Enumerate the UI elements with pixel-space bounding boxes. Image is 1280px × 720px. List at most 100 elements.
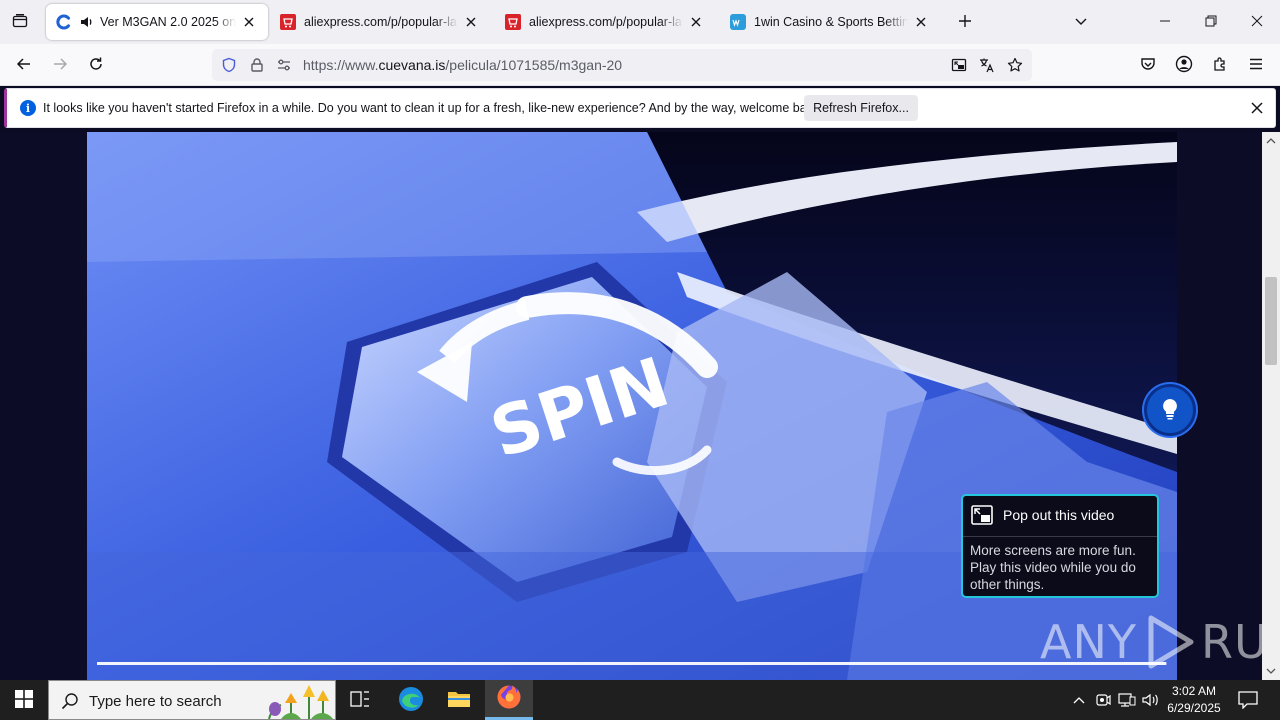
close-tab-icon[interactable] [912, 13, 930, 31]
page-scrollbar[interactable] [1262, 132, 1280, 680]
watermark-left-text: ANY [1040, 615, 1137, 669]
aliexpress-cart-icon [505, 14, 521, 30]
scroll-up-icon[interactable] [1266, 136, 1276, 146]
lock-icon[interactable] [249, 57, 265, 73]
close-tab-icon[interactable] [462, 13, 480, 31]
speaker-icon[interactable] [80, 15, 94, 29]
picture-in-picture-icon [971, 505, 993, 525]
pip-title: Pop out this video [1003, 507, 1115, 523]
edge-icon [398, 686, 424, 715]
start-button[interactable] [0, 680, 48, 720]
permissions-icon[interactable] [276, 57, 292, 73]
firefox-view-button[interactable] [6, 8, 34, 36]
taskbar-firefox[interactable] [485, 680, 533, 720]
url-path: /pelicula/1071585/m3gan-20 [445, 57, 623, 73]
firefox-view-icon [12, 13, 28, 32]
back-button[interactable] [9, 50, 39, 80]
refresh-firefox-button[interactable]: Refresh Firefox... [804, 95, 918, 121]
taskbar-file-explorer[interactable] [435, 680, 483, 720]
arrow-left-icon [16, 56, 32, 75]
url-text[interactable]: https://www.cuevana.is/pelicula/1071585/… [303, 57, 622, 73]
bookmark-star-icon[interactable] [1007, 57, 1023, 73]
app-menu-button[interactable] [1241, 50, 1271, 80]
task-view-button[interactable] [336, 680, 384, 720]
minimize-icon [1159, 15, 1171, 30]
tab-title: Ver M3GAN 2.0 2025 online [100, 15, 236, 29]
tab-aliexpress-2[interactable]: aliexpress.com/p/popular-landi [495, 4, 715, 40]
navigation-toolbar: https://www.cuevana.is/pelicula/1071585/… [0, 44, 1280, 86]
close-tab-icon[interactable] [687, 13, 705, 31]
lights-toggle-button[interactable] [1144, 384, 1196, 436]
close-icon [1251, 15, 1263, 30]
lightbulb-icon [1161, 398, 1179, 423]
flowers-decoration-icon [268, 685, 333, 719]
notification-message: It looks like you haven't started Firefo… [43, 101, 823, 115]
close-notification-icon[interactable] [1247, 98, 1267, 118]
picture-in-picture-icon[interactable] [951, 57, 967, 73]
list-all-tabs-button[interactable] [1068, 9, 1094, 35]
meet-now-icon[interactable] [1093, 690, 1113, 710]
chevron-down-icon [1074, 14, 1088, 31]
1win-icon [730, 14, 746, 30]
translate-icon[interactable] [979, 57, 995, 73]
volume-icon[interactable] [1141, 690, 1161, 710]
close-tab-icon[interactable] [240, 13, 258, 31]
search-placeholder: Type here to search [89, 693, 222, 710]
folder-icon [447, 689, 471, 712]
tab-title: aliexpress.com/p/popular-landi [529, 15, 683, 29]
arrow-right-icon [52, 56, 68, 75]
restore-button[interactable] [1188, 0, 1234, 44]
video-progress-fill [97, 662, 1166, 665]
tab-title: 1win Casino & Sports Betting | O [754, 15, 908, 29]
firefox-icon [496, 684, 522, 713]
windows-taskbar: Type here to search 3:02 AM 6/29/2025 [0, 680, 1280, 720]
tab-m3gan[interactable]: Ver M3GAN 2.0 2025 online [46, 4, 268, 40]
action-center-icon[interactable] [1236, 688, 1260, 712]
taskbar-clock[interactable]: 3:02 AM 6/29/2025 [1160, 683, 1228, 717]
pocket-icon [1140, 56, 1156, 75]
network-icon[interactable] [1117, 690, 1137, 710]
restore-icon [1205, 15, 1217, 30]
info-icon: i [20, 100, 36, 116]
new-tab-button[interactable] [952, 9, 978, 35]
minimize-button[interactable] [1142, 0, 1188, 44]
scrollbar-thumb[interactable] [1265, 277, 1277, 365]
divider [963, 536, 1157, 537]
account-button[interactable] [1169, 50, 1199, 80]
cuevana-c-icon [56, 14, 72, 30]
tab-1win[interactable]: 1win Casino & Sports Betting | O [720, 4, 940, 40]
extensions-button[interactable] [1205, 50, 1235, 80]
taskbar-edge[interactable] [387, 680, 435, 720]
page-content: SPIN Pop out this video More screens are… [0, 132, 1262, 680]
reload-button[interactable] [81, 50, 111, 80]
reload-icon [88, 56, 104, 75]
tab-strip: Ver M3GAN 2.0 2025 online aliexpress.com… [0, 0, 1280, 44]
close-window-button[interactable] [1234, 0, 1280, 44]
address-bar[interactable]: https://www.cuevana.is/pelicula/1071585/… [212, 49, 1032, 81]
anyrun-watermark: ANY RUN [1040, 614, 1262, 670]
search-icon [61, 692, 79, 710]
aliexpress-cart-icon [280, 14, 296, 30]
puzzle-icon [1212, 56, 1228, 75]
url-host: cuevana.is [378, 57, 446, 73]
account-icon [1175, 55, 1193, 76]
clock-time: 3:02 AM [1171, 684, 1217, 698]
hamburger-menu-icon [1248, 56, 1264, 75]
chevron-up-icon[interactable] [1069, 690, 1089, 710]
play-triangle-icon [1148, 615, 1194, 669]
taskbar-search-box[interactable]: Type here to search [48, 680, 336, 720]
refresh-firefox-notification: i It looks like you haven't started Fire… [4, 88, 1276, 128]
windows-logo-icon [15, 689, 33, 711]
forward-button[interactable] [45, 50, 75, 80]
url-prefix: https://www. [303, 57, 379, 73]
task-view-icon [350, 690, 370, 711]
pip-description: More screens are more fun. Play this vid… [970, 543, 1136, 592]
scroll-down-icon[interactable] [1266, 666, 1276, 676]
tab-title: aliexpress.com/p/popular-landi [304, 15, 458, 29]
tab-aliexpress-1[interactable]: aliexpress.com/p/popular-landi [270, 4, 490, 40]
pocket-button[interactable] [1133, 50, 1163, 80]
watermark-right-text: RUN [1200, 615, 1262, 669]
tracking-protection-shield-icon[interactable] [221, 57, 237, 73]
video-progress-bar[interactable] [97, 662, 1167, 665]
pip-promo-popup[interactable]: Pop out this video More screens are more… [961, 494, 1159, 598]
